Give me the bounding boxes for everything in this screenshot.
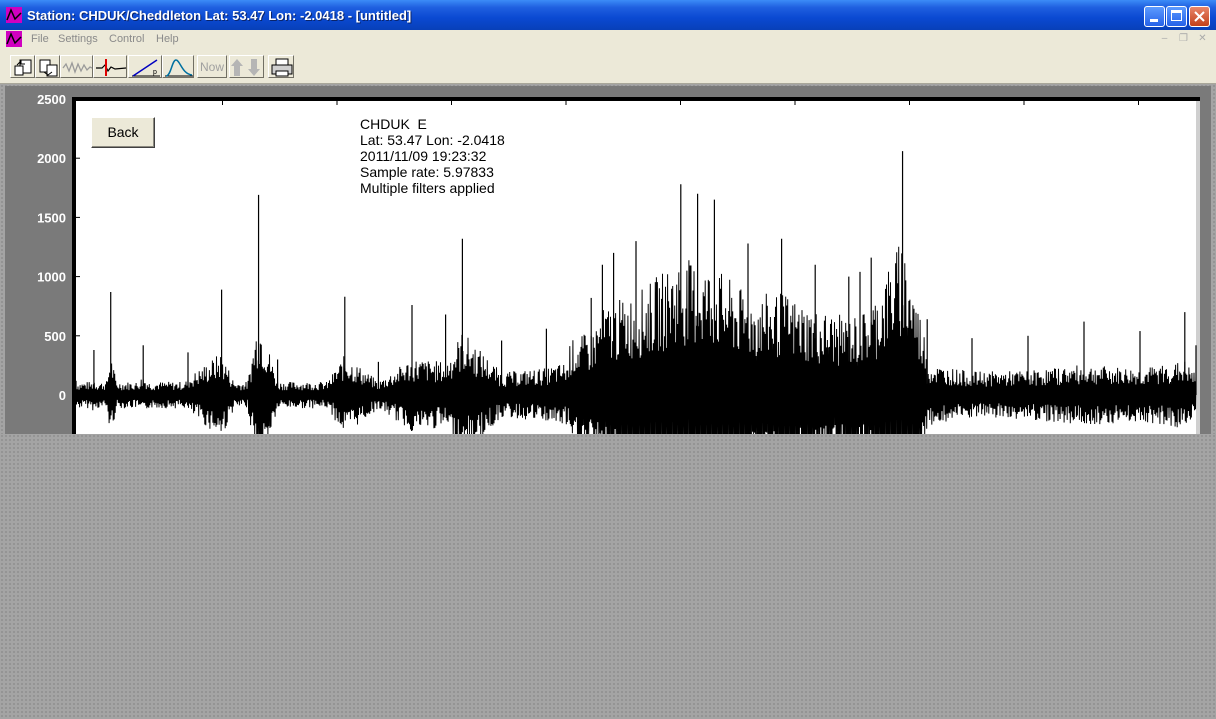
maximize-icon xyxy=(1171,10,1182,21)
menu-file[interactable]: File xyxy=(31,33,49,45)
station-location: Lat: 53.47 Lon: -2.0418 xyxy=(360,132,505,148)
save-button[interactable] xyxy=(35,55,60,78)
spectrum-button[interactable] xyxy=(162,55,194,78)
save-icon xyxy=(39,59,58,77)
menu-control[interactable]: Control xyxy=(109,33,144,45)
now-label: Now xyxy=(199,60,224,74)
ramp-button[interactable]: p xyxy=(128,55,162,78)
y-tick-label: 2000 xyxy=(37,151,66,166)
up-down-icon xyxy=(231,59,260,76)
pick-button[interactable] xyxy=(93,55,127,78)
mdi-minimize-icon[interactable]: – xyxy=(1158,34,1171,45)
app-icon xyxy=(6,7,22,23)
svg-text:p: p xyxy=(153,69,157,76)
sample-rate: Sample rate: 5.97833 xyxy=(360,164,494,180)
waveform-button[interactable] xyxy=(60,55,93,78)
seismogram-chart: 2500 2000 1500 1000 500 0 xyxy=(5,86,1211,434)
document-icon[interactable] xyxy=(6,31,22,47)
spectrum-icon xyxy=(165,59,193,77)
window-title: Station: CHDUK/Cheddleton Lat: 53.47 Lon… xyxy=(27,8,412,23)
y-tick-label: 1500 xyxy=(37,210,66,225)
mdi-close-icon[interactable]: ✕ xyxy=(1196,34,1209,45)
open-icon xyxy=(14,59,32,76)
close-icon xyxy=(1194,11,1205,22)
empty-client-area xyxy=(0,434,1216,719)
print-button[interactable] xyxy=(268,55,294,78)
y-tick-label: 0 xyxy=(59,388,66,403)
seismogram-panel: 2500 2000 1500 1000 500 0 xyxy=(0,86,1216,434)
station-name: CHDUK E xyxy=(360,116,427,132)
ramp-icon: p xyxy=(132,59,160,77)
title-bar: Station: CHDUK/Cheddleton Lat: 53.47 Lon… xyxy=(0,0,1216,30)
y-tick-label: 2500 xyxy=(37,92,66,107)
record-datetime: 2011/11/09 19:23:32 xyxy=(360,148,487,164)
station-info: CHDUK E Lat: 53.47 Lon: -2.0418 2011/11/09… xyxy=(360,116,505,196)
mdi-restore-icon[interactable]: ❐ xyxy=(1177,34,1190,45)
close-button[interactable] xyxy=(1189,6,1210,27)
maximize-button[interactable] xyxy=(1166,6,1187,27)
up-down-button[interactable] xyxy=(229,55,264,78)
filter-status: Multiple filters applied xyxy=(360,180,495,196)
pick-icon xyxy=(96,59,126,76)
toolbar: p Now xyxy=(0,49,1216,84)
back-button[interactable]: Back xyxy=(91,117,155,148)
menu-bar: File Settings Control Help – ❐ ✕ xyxy=(0,30,1216,49)
minimize-icon xyxy=(1150,19,1158,22)
menu-settings[interactable]: Settings xyxy=(58,33,98,45)
y-tick-label: 500 xyxy=(44,329,66,344)
open-button[interactable] xyxy=(10,55,35,78)
minimize-button[interactable] xyxy=(1144,6,1165,27)
menu-help[interactable]: Help xyxy=(156,33,179,45)
waveform-icon xyxy=(62,61,92,74)
print-icon xyxy=(271,58,293,77)
y-tick-label: 1000 xyxy=(37,270,66,285)
now-button[interactable]: Now xyxy=(197,55,227,78)
